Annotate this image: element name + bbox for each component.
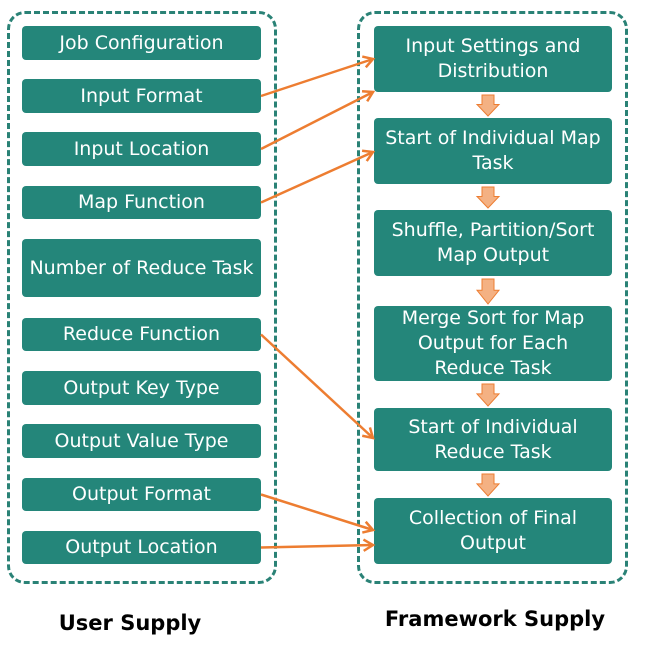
connector-arrow	[260, 55, 376, 98]
user-supply-caption: User Supply	[58, 611, 202, 635]
flow-down-arrow-icon	[475, 278, 501, 305]
connector-arrow	[260, 493, 376, 534]
connector-arrow	[260, 333, 375, 440]
flow-down-arrow-icon	[475, 186, 501, 209]
connector-arrow	[260, 149, 376, 204]
flow-down-arrow-icon	[475, 473, 501, 497]
framework-supply-caption: Framework Supply	[384, 607, 606, 631]
connector-arrow	[260, 538, 376, 552]
flow-down-arrow-icon	[475, 94, 501, 117]
flow-down-arrow-icon	[475, 383, 501, 407]
arrows-layer	[260, 55, 501, 552]
connector-arrow	[260, 89, 376, 151]
